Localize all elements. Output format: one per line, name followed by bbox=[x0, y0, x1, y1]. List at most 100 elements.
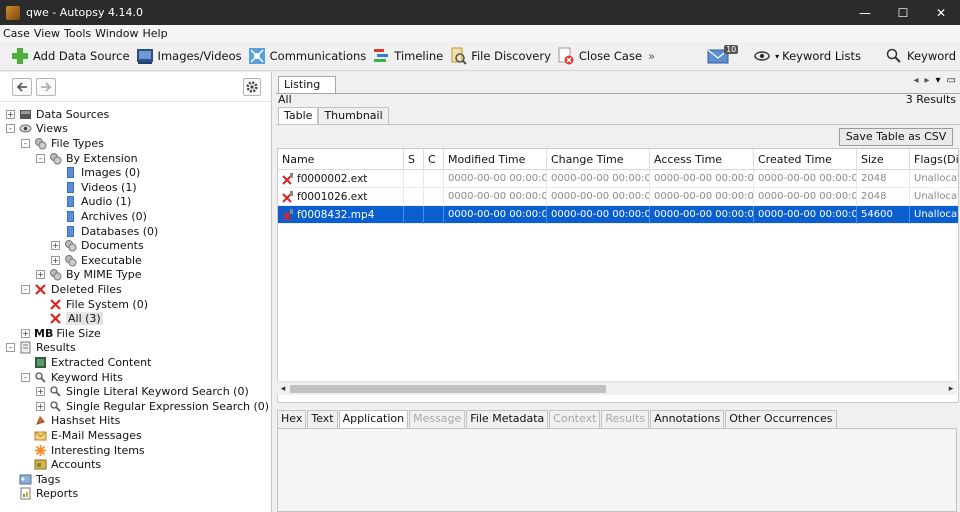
scroll-left-icon[interactable]: ◂ bbox=[277, 382, 289, 396]
chevron-left-icon[interactable]: ◂ bbox=[913, 75, 918, 86]
menu-help[interactable]: Help bbox=[143, 27, 168, 40]
tree-node[interactable]: Hashset Hits bbox=[21, 414, 120, 429]
collapse-icon[interactable]: - bbox=[21, 372, 30, 382]
chevron-down-icon[interactable]: ▾ bbox=[936, 75, 941, 86]
column-header[interactable]: Change Time bbox=[547, 149, 650, 170]
tree-node[interactable]: E-Mail Messages bbox=[21, 428, 142, 443]
viewer-tab-file-metadata[interactable]: File Metadata bbox=[466, 410, 549, 428]
file-types-icon bbox=[49, 268, 62, 281]
expand-icon[interactable]: + bbox=[51, 241, 60, 251]
horizontal-scrollbar[interactable]: ◂ ▸ bbox=[277, 381, 957, 395]
tree-node[interactable]: File System (0) bbox=[36, 297, 148, 312]
table-row[interactable]: f0000002.ext 0000-00-00 00:00:00 0000-00-0… bbox=[278, 170, 958, 188]
maximize-panel-icon[interactable]: ▭ bbox=[947, 75, 956, 86]
close-case-button[interactable]: Close Case bbox=[554, 44, 645, 68]
toolbar-overflow-button[interactable]: » bbox=[645, 44, 658, 68]
tree-node[interactable]: - Results bbox=[6, 341, 76, 356]
table-cell-created: 0000-00-00 00:00:00 bbox=[754, 170, 857, 188]
add-data-source-button[interactable]: Add Data Source bbox=[8, 44, 133, 68]
viewer-tab-hex[interactable]: Hex bbox=[277, 410, 307, 428]
expand-icon[interactable]: + bbox=[21, 328, 30, 338]
keyword-search-button[interactable]: Keyword Search bbox=[882, 44, 960, 68]
tree-node[interactable]: Reports bbox=[6, 487, 78, 502]
tree-node[interactable]: + MB File Size bbox=[21, 326, 101, 341]
tree-node[interactable]: + By MIME Type bbox=[36, 268, 142, 283]
column-header[interactable]: Name bbox=[278, 149, 404, 170]
tree-node[interactable]: - Deleted Files bbox=[21, 282, 122, 297]
tree-node[interactable]: - Keyword Hits bbox=[21, 370, 123, 385]
column-header[interactable]: Flags(Dir) bbox=[910, 149, 958, 170]
collapse-icon[interactable]: - bbox=[36, 153, 45, 163]
column-header[interactable]: Size bbox=[857, 149, 910, 170]
menu-window[interactable]: Window bbox=[95, 27, 138, 40]
tree-node[interactable]: - File Types bbox=[21, 136, 104, 151]
back-button[interactable] bbox=[12, 77, 32, 96]
gallery-icon bbox=[136, 47, 154, 65]
viewer-tab-results: Results bbox=[601, 410, 650, 428]
dropdown-arrow-icon: ▾ bbox=[775, 51, 780, 61]
tree-node[interactable]: All (3) bbox=[36, 311, 103, 326]
viewer-tab-other-occurrences[interactable]: Other Occurrences bbox=[725, 410, 837, 428]
timeline-label: Timeline bbox=[394, 49, 444, 63]
maximize-button[interactable]: ☐ bbox=[884, 0, 922, 25]
tree-node[interactable]: + Single Literal Keyword Search (0) bbox=[36, 384, 249, 399]
tree-node-label: Accounts bbox=[51, 458, 102, 472]
minimize-button[interactable]: — bbox=[846, 0, 884, 25]
menu-case[interactable]: Case bbox=[3, 27, 30, 40]
tab-listing[interactable]: Listing bbox=[278, 76, 336, 94]
tree-settings-button[interactable] bbox=[243, 78, 261, 96]
tree-node[interactable]: + Data Sources bbox=[6, 107, 109, 122]
notifications-button[interactable]: 10 bbox=[704, 44, 739, 68]
tab-table[interactable]: Table bbox=[278, 107, 319, 124]
viewer-tab-application[interactable]: Application bbox=[338, 410, 409, 428]
viewer-tab-text[interactable]: Text bbox=[307, 410, 338, 428]
file-discovery-button[interactable]: File Discovery bbox=[446, 44, 554, 68]
tree-node[interactable]: + Single Regular Expression Search (0) bbox=[36, 399, 269, 414]
tree-node[interactable]: Accounts bbox=[21, 457, 101, 472]
tree-node[interactable]: - By Extension bbox=[36, 151, 138, 166]
tree-node[interactable]: - Views bbox=[6, 122, 68, 137]
menu-tools[interactable]: Tools bbox=[64, 27, 91, 40]
scroll-right-icon[interactable]: ▸ bbox=[945, 382, 957, 396]
expand-icon[interactable]: + bbox=[36, 270, 45, 280]
forward-button[interactable] bbox=[36, 77, 56, 96]
menu-view[interactable]: View bbox=[34, 27, 60, 40]
column-header[interactable]: S bbox=[404, 149, 424, 170]
table-row[interactable]: f0001026.ext 0000-00-00 00:00:00 0000-00-0… bbox=[278, 188, 958, 206]
close-window-button[interactable]: ✕ bbox=[922, 0, 960, 25]
column-header[interactable]: C bbox=[424, 149, 444, 170]
table-cell-name: f0001026.ext bbox=[278, 188, 404, 206]
tree-node[interactable]: Interesting Items bbox=[21, 443, 145, 458]
tree-node[interactable]: Images (0) bbox=[51, 165, 140, 180]
expand-icon[interactable]: + bbox=[51, 255, 60, 265]
column-header[interactable]: Access Time bbox=[650, 149, 754, 170]
collapse-icon[interactable]: - bbox=[6, 124, 15, 134]
tree-node[interactable]: Audio (1) bbox=[51, 195, 131, 210]
collapse-icon[interactable]: - bbox=[21, 284, 30, 294]
timeline-button[interactable]: Timeline bbox=[369, 44, 446, 68]
expand-icon[interactable]: + bbox=[36, 401, 45, 411]
images-videos-button[interactable]: Images/Videos bbox=[133, 44, 245, 68]
table-row[interactable]: f0008432.mp4 0000-00-00 00:00:00 0000-00-0… bbox=[278, 206, 958, 224]
save-table-csv-button[interactable]: Save Table as CSV bbox=[839, 128, 953, 146]
tree-node[interactable]: Tags bbox=[6, 472, 60, 487]
collapse-icon[interactable]: - bbox=[6, 343, 15, 353]
tree-node[interactable]: + Executable bbox=[51, 253, 142, 268]
expand-icon[interactable]: + bbox=[36, 387, 45, 397]
tab-thumbnail[interactable]: Thumbnail bbox=[318, 107, 389, 124]
tree-node[interactable]: + Documents bbox=[51, 238, 144, 253]
scrollbar-thumb[interactable] bbox=[290, 385, 606, 393]
tree-node[interactable]: Videos (1) bbox=[51, 180, 137, 195]
tree-node[interactable]: Archives (0) bbox=[51, 209, 147, 224]
column-header[interactable]: Created Time bbox=[754, 149, 857, 170]
collapse-icon[interactable]: - bbox=[21, 138, 30, 148]
expand-icon[interactable]: + bbox=[6, 109, 15, 119]
column-header[interactable]: Modified Time bbox=[444, 149, 547, 170]
viewer-tab-annotations[interactable]: Annotations bbox=[650, 410, 725, 428]
tree-node[interactable]: Extracted Content bbox=[21, 355, 151, 370]
communications-button[interactable]: Communications bbox=[245, 44, 370, 68]
interesting-icon bbox=[34, 444, 47, 457]
chevron-right-icon[interactable]: ▸ bbox=[924, 75, 929, 86]
keyword-lists-button[interactable]: ▾ Keyword Lists bbox=[750, 44, 864, 68]
tree-node[interactable]: Databases (0) bbox=[51, 224, 158, 239]
